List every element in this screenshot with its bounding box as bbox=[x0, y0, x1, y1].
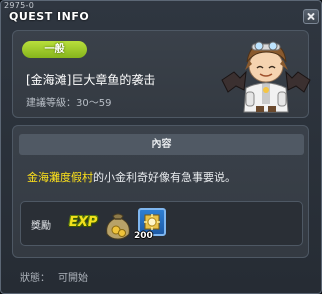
content-section-header: 內容 bbox=[19, 134, 304, 155]
npc-portrait-icon bbox=[221, 41, 311, 113]
meso-bag-icon[interactable] bbox=[103, 208, 133, 240]
reward-box: 獎勵 EXP 200 bbox=[20, 201, 303, 246]
close-button[interactable] bbox=[303, 9, 319, 24]
reward-item-count: 200 bbox=[134, 231, 153, 241]
quest-name: [金海滩]巨大章鱼的袭击 bbox=[26, 73, 156, 87]
reward-label: 獎勵 bbox=[31, 221, 51, 232]
quest-info-window: 2975-0 QUEST INFO 一般 [金海滩]巨大章鱼的袭击 建議等級：3… bbox=[0, 0, 322, 294]
title-bar[interactable]: QUEST INFO bbox=[1, 8, 321, 27]
status-label: 狀態： bbox=[20, 273, 50, 284]
quest-type-badge: 一般 bbox=[22, 41, 87, 58]
quest-content-panel: 內容 金海灘度假村的小金利奇好像有急事要说。 獎勵 EXP 200 bbox=[12, 125, 309, 258]
quest-description: 金海灘度假村的小金利奇好像有急事要说。 bbox=[27, 169, 302, 185]
window-title: QUEST INFO bbox=[9, 10, 90, 23]
location-highlight: 金海灘度假村 bbox=[27, 171, 93, 184]
exp-icon: EXP bbox=[69, 215, 98, 230]
status-value: 可開始 bbox=[58, 273, 88, 284]
quest-header-panel: 一般 [金海滩]巨大章鱼的袭击 建議等級：30～59 bbox=[12, 30, 311, 118]
description-text: 的小金利奇好像有急事要说。 bbox=[93, 171, 236, 184]
level-requirement: 建議等級：30～59 bbox=[26, 98, 112, 109]
